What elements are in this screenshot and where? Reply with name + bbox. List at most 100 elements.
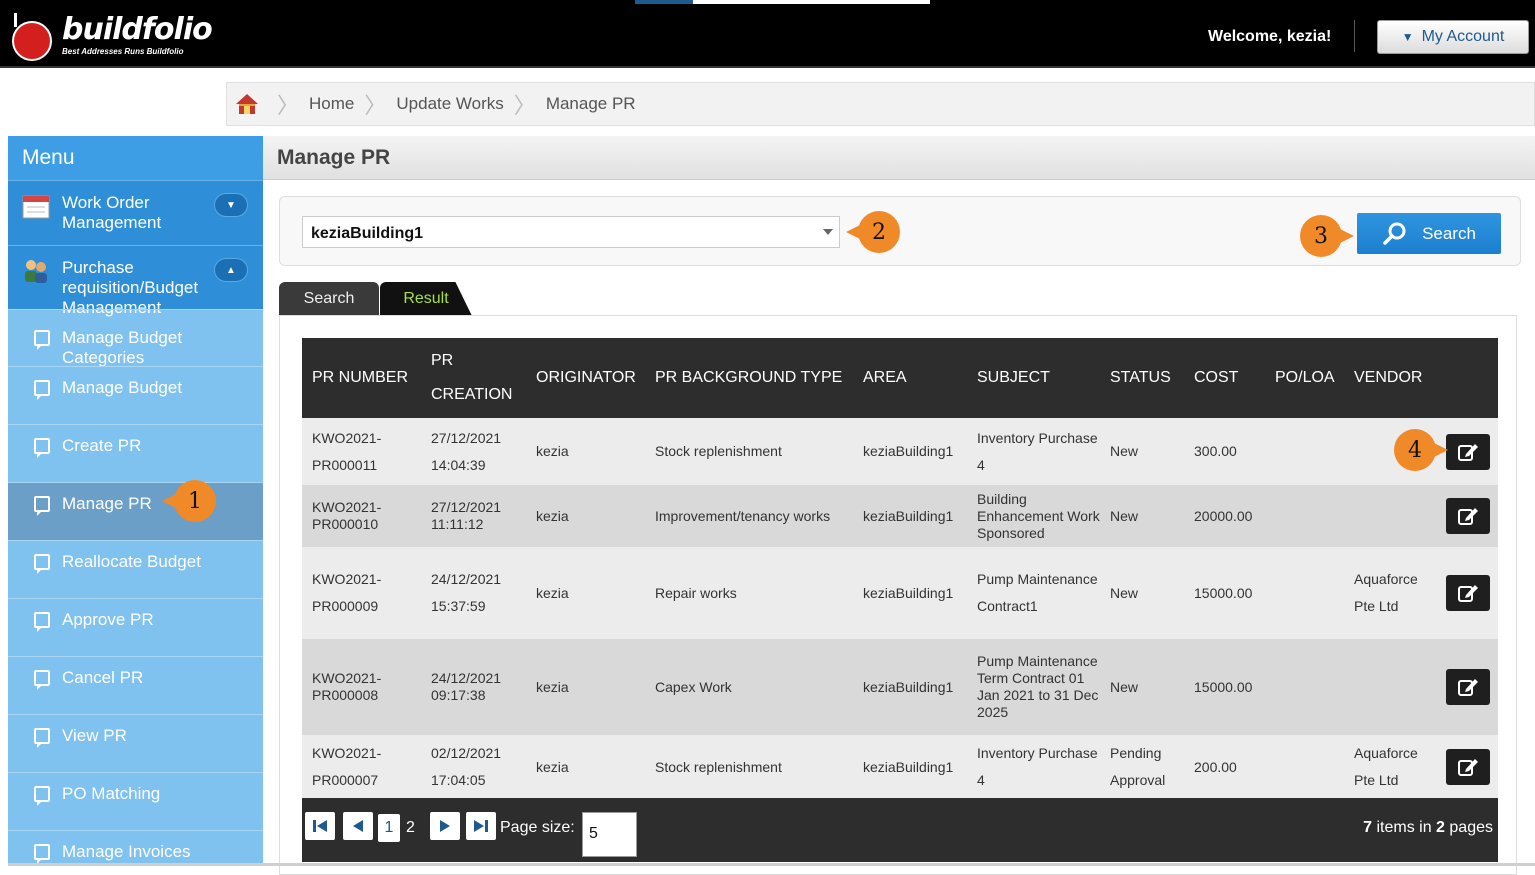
sidebar-item-manage-budget-categories[interactable]: Manage Budget Categories: [8, 309, 263, 367]
cell-subject: Building Enhancement Work Sponsored: [967, 485, 1100, 547]
table-row[interactable]: KWO2021-PR000008 24/12/2021 09:17:38 kez…: [302, 639, 1498, 735]
cell-creation: 27/12/2021 14:04:39: [421, 418, 526, 485]
cell-creation: 27/12/2021 11:11:12: [421, 485, 526, 547]
sidebar-menu: Menu Work Order Management ▼ Purchase re…: [8, 136, 263, 863]
col-vendor[interactable]: VENDOR: [1344, 338, 1436, 418]
sidebar-item-approve-pr[interactable]: Approve PR: [8, 598, 263, 656]
last-page-icon: [474, 820, 488, 832]
cell-cost: 15000.00: [1184, 639, 1265, 735]
comment-icon: [34, 330, 50, 350]
breadcrumb-manage-pr: Manage PR: [545, 94, 636, 113]
tab-search[interactable]: Search: [279, 282, 379, 316]
header-divider: [1354, 20, 1355, 52]
cell-subject: Pump Maintenance Term Contract 01 Jan 20…: [967, 639, 1100, 735]
buildfolio-logo[interactable]: buildfolio Best Addresses Runs Buildfoli…: [10, 8, 213, 62]
first-page-icon: [313, 820, 327, 832]
building-select[interactable]: keziaBuilding1: [302, 216, 840, 248]
sidebar-group-purchase[interactable]: Purchase requisition/Budget Management ▲: [8, 245, 263, 317]
cell-originator: kezia: [526, 547, 645, 639]
sidebar-item-create-pr[interactable]: Create PR: [8, 424, 263, 482]
cell-originator: kezia: [526, 735, 645, 799]
comment-icon: [34, 728, 50, 748]
col-cost[interactable]: COST: [1184, 338, 1265, 418]
brand-tagline: Best Addresses Runs Buildfolio: [62, 46, 184, 56]
sidebar-item-label: Approve PR: [62, 610, 154, 629]
sidebar-item-po-matching[interactable]: PO Matching: [8, 772, 263, 830]
col-area[interactable]: AREA: [853, 338, 967, 418]
comment-icon: [34, 612, 50, 632]
next-page-button[interactable]: [430, 812, 460, 840]
next-page-icon: [440, 820, 450, 832]
col-po-loa[interactable]: PO/LOA: [1265, 338, 1344, 418]
sidebar-item-label: Manage Budget Categories: [62, 328, 183, 367]
sidebar-item-reallocate-budget[interactable]: Reallocate Budget: [8, 540, 263, 598]
breadcrumb-home[interactable]: Home: [309, 94, 354, 114]
sidebar-item-cancel-pr[interactable]: Cancel PR: [8, 656, 263, 714]
edit-icon: [1458, 759, 1478, 776]
sidebar-item-manage-budget[interactable]: Manage Budget: [8, 366, 263, 424]
cell-cost: 200.00: [1184, 735, 1265, 799]
breadcrumb-separator: 〉: [277, 94, 300, 119]
prev-page-button[interactable]: [343, 812, 373, 840]
cell-creation: 24/12/2021 15:37:59: [421, 547, 526, 639]
comment-icon: [34, 554, 50, 574]
last-page-button[interactable]: [466, 812, 496, 840]
table-row[interactable]: KWO2021-PR000009 24/12/2021 15:37:59 kez…: [302, 547, 1498, 639]
edit-icon: [1458, 508, 1478, 525]
breadcrumb-update-works[interactable]: Update Works: [396, 94, 503, 114]
home-icon[interactable]: [227, 93, 267, 115]
page-size-input[interactable]: 5: [582, 812, 637, 857]
comment-icon: [34, 380, 50, 400]
page-2-button[interactable]: 2: [406, 819, 415, 837]
tab-result[interactable]: Result: [380, 282, 472, 316]
prev-page-icon: [353, 820, 363, 832]
cell-originator: kezia: [526, 418, 645, 485]
cell-area: keziaBuilding1: [853, 418, 967, 485]
col-pr-background-type[interactable]: PR BACKGROUND TYPE: [645, 338, 853, 418]
my-account-button[interactable]: ▼ My Account: [1377, 20, 1529, 54]
cell-po: [1265, 639, 1344, 735]
first-page-button[interactable]: [305, 812, 335, 840]
edit-button[interactable]: [1446, 749, 1490, 785]
col-subject[interactable]: SUBJECT: [967, 338, 1100, 418]
menu-title: Menu: [8, 136, 263, 180]
cell-status: New: [1100, 547, 1184, 639]
top-strip-accent: [635, 0, 693, 4]
edit-button[interactable]: [1446, 575, 1490, 611]
col-status[interactable]: STATUS: [1100, 338, 1184, 418]
table-row[interactable]: KWO2021-PR000007 02/12/2021 17:04:05 kez…: [302, 735, 1498, 799]
page-1-button[interactable]: 1: [378, 814, 400, 842]
building-select-value: keziaBuilding1: [311, 225, 424, 242]
edit-button[interactable]: [1446, 669, 1490, 705]
sidebar-item-manage-pr[interactable]: Manage PR: [8, 482, 263, 540]
comment-icon: [34, 670, 50, 690]
cell-status: New: [1100, 418, 1184, 485]
edit-button[interactable]: [1446, 498, 1490, 534]
col-pr-creation[interactable]: PR CREATION: [421, 338, 526, 418]
cell-po: [1265, 485, 1344, 547]
cell-type: Repair works: [645, 547, 853, 639]
users-icon: [22, 258, 50, 284]
edit-button[interactable]: [1446, 433, 1490, 470]
table-row[interactable]: KWO2021-PR000011 27/12/2021 14:04:39 kez…: [302, 418, 1498, 485]
table-row[interactable]: KWO2021-PR000010 27/12/2021 11:11:12 kez…: [302, 485, 1498, 547]
expand-icon[interactable]: ▼: [214, 193, 248, 217]
breadcrumb-separator: 〉: [513, 94, 536, 119]
search-button[interactable]: Search: [1357, 213, 1501, 254]
pr-table: PR NUMBER PR CREATION ORIGINATOR PR BACK…: [302, 338, 1498, 799]
sidebar-item-manage-invoices[interactable]: Manage Invoices: [8, 830, 263, 863]
cell-originator: kezia: [526, 639, 645, 735]
col-pr-number[interactable]: PR NUMBER: [302, 338, 421, 418]
sidebar-item-label: Manage Budget: [62, 378, 183, 397]
col-originator[interactable]: ORIGINATOR: [526, 338, 645, 418]
bottom-border: [8, 863, 1535, 866]
comment-icon: [34, 786, 50, 806]
sidebar-group-label: Work Order Management: [62, 193, 162, 232]
cell-cost: 300.00: [1184, 418, 1265, 485]
collapse-icon[interactable]: ▲: [214, 258, 248, 282]
callout-3: 3: [1300, 215, 1354, 257]
sidebar-item-view-pr[interactable]: View PR: [8, 714, 263, 772]
callout-2: 2: [846, 211, 900, 253]
sidebar-group-work-order[interactable]: Work Order Management ▼: [8, 180, 263, 245]
cell-area: keziaBuilding1: [853, 485, 967, 547]
